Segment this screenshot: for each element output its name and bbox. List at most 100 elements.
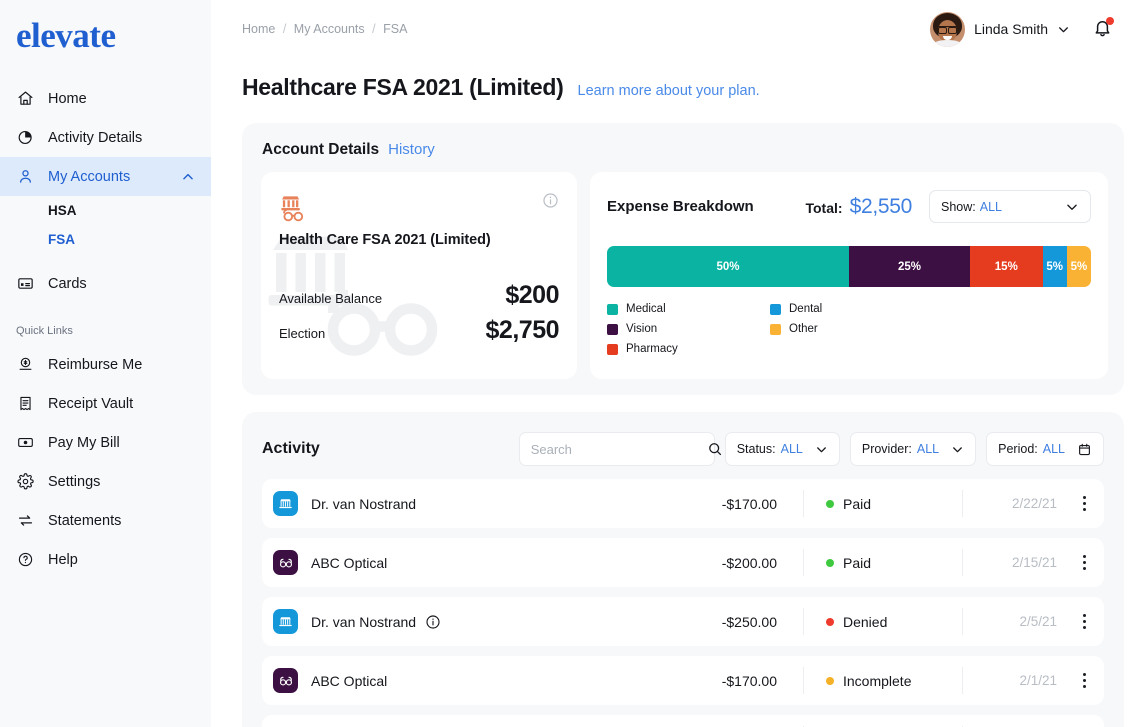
legend-item-vision: Vision bbox=[607, 323, 770, 335]
calendar-icon bbox=[1077, 442, 1092, 457]
filter-label: Period: bbox=[998, 442, 1038, 456]
row-info-icon[interactable] bbox=[425, 614, 441, 630]
account-details-body: Health Care FSA 2021 (Limited) Available… bbox=[242, 159, 1124, 395]
row-date: 2/5/21 bbox=[1019, 614, 1057, 629]
notifications-button[interactable] bbox=[1092, 17, 1114, 41]
chevron-down-icon bbox=[815, 443, 828, 456]
expense-total-value: $2,550 bbox=[849, 194, 913, 218]
status-badge: Paid bbox=[804, 555, 962, 571]
sidebar-item-label: My Accounts bbox=[48, 168, 131, 185]
breadcrumb: Home / My Accounts / FSA bbox=[242, 22, 407, 36]
app-root: elevate Home Activity Details My Account… bbox=[0, 0, 1136, 727]
bar-segment-vision[interactable]: 25% bbox=[849, 246, 970, 287]
election-row: Election $2,750 bbox=[279, 316, 560, 345]
receipt-icon bbox=[16, 395, 34, 413]
gear-icon bbox=[16, 473, 34, 491]
main-content: Home / My Accounts / FSA Linda Smith Hea… bbox=[211, 0, 1136, 727]
hospital-icon bbox=[273, 491, 298, 516]
status-badge: Denied bbox=[804, 614, 962, 630]
legend-swatch bbox=[770, 323, 781, 335]
row-amount: -$250.00 bbox=[721, 613, 777, 630]
legend-item-dental: Dental bbox=[770, 303, 933, 315]
account-card-name: Health Care FSA 2021 (Limited) bbox=[279, 232, 491, 248]
sidebar-item-settings[interactable]: Settings bbox=[0, 462, 211, 501]
sidebar-item-my-accounts[interactable]: My Accounts bbox=[0, 157, 211, 196]
sidebar-item-label: Settings bbox=[48, 473, 101, 490]
glasses-icon bbox=[273, 550, 298, 575]
sidebar-item-home[interactable]: Home bbox=[0, 79, 211, 118]
page-heading: Healthcare FSA 2021 (Limited) Learn more… bbox=[211, 58, 1136, 101]
user-menu[interactable]: Linda Smith bbox=[930, 11, 1070, 47]
breadcrumb-separator: / bbox=[282, 22, 287, 36]
show-filter-value: ALL bbox=[979, 199, 1002, 214]
status-label: Paid bbox=[843, 554, 872, 571]
show-filter-select[interactable]: Show: ALL bbox=[929, 190, 1091, 223]
reimburse-icon bbox=[16, 356, 34, 374]
sidebar-item-label: Home bbox=[48, 90, 87, 107]
legend-swatch bbox=[607, 343, 618, 355]
table-row[interactable]: Dr. van Nostrand -$250.00 Denied 2/5/21 bbox=[262, 597, 1104, 646]
search-icon[interactable] bbox=[707, 441, 723, 457]
learn-more-link[interactable]: Learn more about your plan. bbox=[578, 83, 760, 99]
bar-segment-medical[interactable]: 50% bbox=[607, 246, 849, 287]
sidebar-item-label: Pay My Bill bbox=[48, 434, 120, 451]
breadcrumb-item-home[interactable]: Home bbox=[242, 22, 275, 36]
sidebar-item-pay-my-bill[interactable]: Pay My Bill bbox=[0, 423, 211, 462]
status-badge: Paid bbox=[804, 496, 962, 512]
expense-breakdown-title: Expense Breakdown bbox=[607, 198, 754, 215]
legend-label: Vision bbox=[626, 323, 658, 335]
row-menu-icon[interactable] bbox=[1073, 673, 1095, 688]
table-row[interactable]: Dr. van Nostrand-$152.00Paid1/20/21 bbox=[262, 715, 1104, 727]
sidebar-subitem-hsa[interactable]: HSA bbox=[0, 196, 211, 225]
table-row[interactable]: ABC Optical -$200.00 Paid 2/15/21 bbox=[262, 538, 1104, 587]
bar-segment-other[interactable]: 5% bbox=[1066, 246, 1091, 287]
sidebar-item-help[interactable]: Help bbox=[0, 540, 211, 579]
sidebar-item-statements[interactable]: Statements bbox=[0, 501, 211, 540]
sidebar-subitem-fsa[interactable]: FSA bbox=[0, 225, 211, 254]
brand-logo[interactable]: elevate bbox=[0, 0, 211, 53]
bar-segment-dental[interactable]: 5% bbox=[1042, 246, 1067, 287]
breadcrumb-item-fsa[interactable]: FSA bbox=[383, 22, 407, 36]
table-row[interactable]: ABC Optical -$170.00 Incomplete 2/1/21 bbox=[262, 656, 1104, 705]
search-input[interactable] bbox=[530, 441, 707, 457]
legend-swatch bbox=[770, 303, 781, 315]
account-card[interactable]: Health Care FSA 2021 (Limited) Available… bbox=[261, 172, 577, 379]
filter-provider[interactable]: Provider: ALL bbox=[849, 432, 977, 466]
status-label: Denied bbox=[843, 613, 888, 630]
row-date: 2/1/21 bbox=[1019, 673, 1057, 688]
expense-breakdown-legend: Medical Dental Vision Other Pharmacy bbox=[607, 303, 1091, 363]
available-balance-value: $200 bbox=[505, 281, 559, 309]
row-menu-icon[interactable] bbox=[1073, 614, 1095, 629]
breadcrumb-item-my-accounts[interactable]: My Accounts bbox=[294, 22, 365, 36]
account-card-top bbox=[279, 192, 559, 224]
expense-total-label: Total: bbox=[805, 199, 843, 216]
row-date: 2/22/21 bbox=[1011, 496, 1057, 511]
topbar: Home / My Accounts / FSA Linda Smith bbox=[211, 0, 1136, 58]
account-info-icon[interactable] bbox=[542, 192, 559, 209]
history-link[interactable]: History bbox=[388, 141, 435, 158]
filter-label: Provider: bbox=[861, 442, 912, 456]
search-box[interactable] bbox=[518, 432, 721, 466]
legend-label: Other bbox=[789, 323, 818, 335]
row-menu-icon[interactable] bbox=[1073, 555, 1095, 570]
user-icon bbox=[16, 168, 34, 186]
sidebar-item-activity-details[interactable]: Activity Details bbox=[0, 118, 211, 157]
row-menu-icon[interactable] bbox=[1073, 496, 1095, 511]
election-label: Election bbox=[279, 326, 326, 341]
bar-segment-pharmacy[interactable]: 15% bbox=[970, 246, 1043, 287]
sidebar-item-receipt-vault[interactable]: Receipt Vault bbox=[0, 384, 211, 423]
status-badge: Incomplete bbox=[804, 673, 962, 689]
sidebar-item-cards[interactable]: Cards bbox=[0, 264, 211, 303]
available-balance-row: Available Balance $200 bbox=[279, 281, 559, 310]
filter-period[interactable]: Period: ALL bbox=[986, 432, 1104, 466]
status-dot bbox=[826, 617, 834, 626]
expense-breakdown-card: Expense Breakdown Total: $2,550 Show: AL… bbox=[590, 172, 1108, 379]
sidebar: elevate Home Activity Details My Account… bbox=[0, 0, 211, 727]
legend-label: Medical bbox=[626, 303, 666, 315]
sidebar-item-label: Help bbox=[48, 551, 78, 568]
filter-status[interactable]: Status: ALL bbox=[724, 432, 840, 466]
sidebar-item-reimburse-me[interactable]: Reimburse Me bbox=[0, 345, 211, 384]
avatar-glasses bbox=[938, 25, 958, 34]
legend-item-medical: Medical bbox=[607, 303, 770, 315]
table-row[interactable]: Dr. van Nostrand -$170.00 Paid 2/22/21 bbox=[262, 479, 1104, 528]
